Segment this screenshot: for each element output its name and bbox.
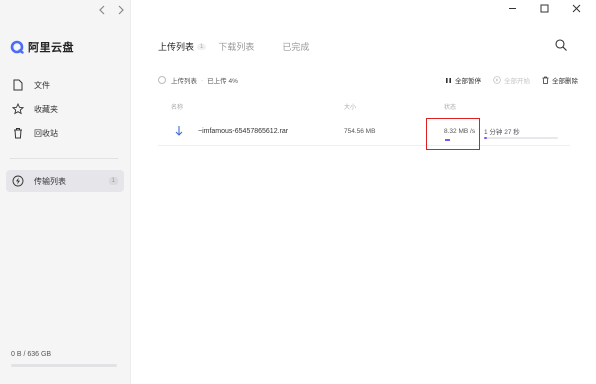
sidebar-divider <box>10 158 118 159</box>
chevron-right-icon[interactable] <box>116 4 126 16</box>
app-logo: 阿里云盘 <box>10 39 74 55</box>
sidebar: 阿里云盘 文件 收藏夹 回收站 传输列表 1 0 B / 636 GB <box>0 0 131 384</box>
select-all-checkbox[interactable] <box>158 76 166 84</box>
aliyun-logo-icon <box>10 40 24 54</box>
lightning-icon <box>12 175 24 187</box>
table-row[interactable]: ~imfamous-65457865612.rar 754.56 MB 8.32… <box>158 116 570 150</box>
transfer-toolbar: 上传列表 · 已上传 4% 全部暂停 全部开始 全部删除 <box>158 75 578 87</box>
sidebar-item-files[interactable]: 文件 <box>6 74 124 96</box>
time-remaining: 1 分钟 27 秒 <box>484 129 520 136</box>
search-icon[interactable] <box>554 38 568 52</box>
select-all[interactable]: 上传列表 · 已上传 4% <box>158 75 238 85</box>
sidebar-item-label: 传输列表 <box>34 176 66 186</box>
column-header-status: 状态 <box>444 105 457 111</box>
trash-icon <box>542 76 549 84</box>
history-nav <box>97 4 126 16</box>
sidebar-item-label: 文件 <box>34 80 50 90</box>
column-header-size: 大小 <box>344 105 357 111</box>
speed-highlight-box: 8.32 MB /s <box>426 118 480 150</box>
bulk-actions: 全部暂停 全部开始 全部删除 <box>445 75 578 85</box>
transfer-count-badge: 1 <box>108 177 118 185</box>
file-icon <box>12 79 24 91</box>
storage-usage-text: 0 B / 636 GB <box>11 351 52 358</box>
close-icon[interactable] <box>560 0 592 16</box>
transfer-tabs: 上传列表 1 下载列表 已完成 <box>158 40 309 53</box>
trash-icon <box>12 127 24 139</box>
maximize-icon[interactable] <box>528 0 560 16</box>
sidebar-item-label: 回收站 <box>34 128 58 138</box>
chevron-left-icon[interactable] <box>97 4 107 16</box>
tab-completed[interactable]: 已完成 <box>282 40 309 53</box>
start-all-button[interactable]: 全部开始 <box>493 75 530 85</box>
file-name: ~imfamous-65457865612.rar <box>198 128 289 135</box>
select-all-label: 上传列表 <box>171 78 197 85</box>
storage-bar <box>11 364 117 367</box>
sidebar-item-transfers[interactable]: 传输列表 1 <box>6 170 124 192</box>
sidebar-item-trash[interactable]: 回收站 <box>6 122 124 144</box>
app-name: 阿里云盘 <box>28 42 74 54</box>
tab-downloads[interactable]: 下载列表 <box>218 40 254 53</box>
start-all-label: 全部开始 <box>504 78 530 85</box>
upload-progress-label: 已上传 4% <box>207 78 238 85</box>
column-header-name: 名称 <box>171 105 184 111</box>
minimize-icon[interactable] <box>496 0 528 16</box>
delete-all-label: 全部删除 <box>552 78 578 85</box>
tab-label: 下载列表 <box>218 42 255 52</box>
speed-indicator <box>445 139 450 141</box>
pause-all-label: 全部暂停 <box>455 78 481 85</box>
app-window: 阿里云盘 文件 收藏夹 回收站 传输列表 1 0 B / 636 GB 上传列表… <box>0 0 596 384</box>
main-panel: 上传列表 1 下载列表 已完成 上传列表 · 已上传 4% 全部暂停 全部开始 … <box>131 0 596 384</box>
tab-count-badge: 1 <box>197 43 207 50</box>
file-progress-bar <box>484 137 558 139</box>
star-icon <box>12 103 24 115</box>
file-size: 754.56 MB <box>344 128 376 135</box>
file-progress-fill <box>484 137 487 139</box>
play-icon <box>493 76 501 84</box>
sidebar-item-favorites[interactable]: 收藏夹 <box>6 98 124 120</box>
sidebar-item-label: 收藏夹 <box>34 104 58 114</box>
delete-all-button[interactable]: 全部删除 <box>542 75 578 85</box>
pause-all-button[interactable]: 全部暂停 <box>445 75 481 85</box>
pause-icon <box>446 77 451 83</box>
transfer-speed: 8.32 MB /s <box>444 128 476 135</box>
tab-uploads[interactable]: 上传列表 1 <box>158 40 210 53</box>
separator-dot: · <box>201 76 204 84</box>
window-controls <box>496 0 592 16</box>
upload-arrow-icon <box>174 125 184 139</box>
tab-label: 上传列表 <box>158 42 195 52</box>
tab-label: 已完成 <box>282 42 310 52</box>
